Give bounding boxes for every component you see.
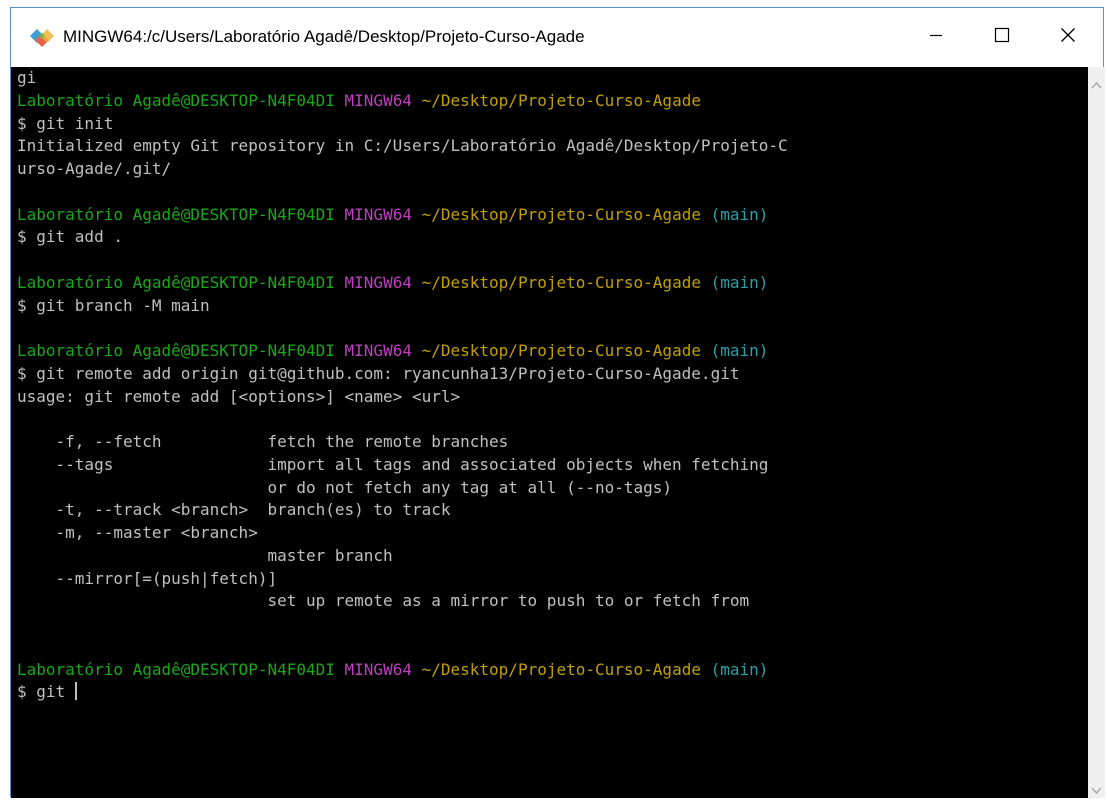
prompt-path: ~/Desktop/Projeto-Curso-Agade: [421, 341, 701, 360]
output-text: $ git remote add origin git@github.com: …: [17, 363, 740, 383]
prompt-line: Laboratório Agadê@DESKTOP-N4F04DI MINGW6…: [17, 204, 788, 227]
prompt-host: MINGW64: [344, 90, 412, 110]
output-line: $ git init: [17, 113, 788, 136]
output-line: usage: git remote add [<options>] <name>…: [17, 386, 788, 409]
minimize-button[interactable]: [903, 8, 969, 67]
output-text: Initialized empty Git repository in C:/U…: [17, 136, 788, 156]
output-text: master branch: [17, 545, 393, 565]
close-button[interactable]: [1035, 8, 1101, 67]
scroll-up-icon[interactable]: [1091, 76, 1102, 89]
git-bash-icon[interactable]: [29, 28, 55, 48]
output-line: $ git branch -M main: [17, 295, 788, 318]
output-text: set up remote as a mirror to push to or …: [17, 591, 750, 611]
prompt-branch: (main): [710, 659, 769, 679]
output-text: $ git init: [17, 113, 114, 133]
output-line: Initialized empty Git repository in C:/U…: [17, 135, 788, 158]
minimize-icon: [929, 28, 943, 47]
maximize-icon: [994, 27, 1010, 48]
prompt-user: Laboratório Agadê@DESKTOP-N4F04DI: [17, 90, 335, 110]
prompt-host: MINGW64: [344, 341, 412, 360]
prompt-user: Laboratório Agadê@DESKTOP-N4F04DI: [17, 272, 335, 292]
terminal-lines: gi Laboratório Agadê@DESKTOP-N4F04DI MING…: [17, 67, 788, 704]
output-line: master branch: [17, 545, 788, 568]
output-text: -t, --track <branch> branch(es) to track: [17, 500, 451, 520]
prompt-user: Laboratório Agadê@DESKTOP-N4F04DI: [17, 204, 335, 224]
output-line: --mirror[=(push|fetch)]: [17, 568, 788, 591]
output-text: -f, --fetch fetch the remote branches: [17, 432, 509, 451]
output-text: usage: git remote add [<options>] <name>…: [17, 386, 461, 406]
terminal-output[interactable]: gi Laboratório Agadê@DESKTOP-N4F04DI MING…: [11, 67, 1088, 798]
prompt-line: Laboratório Agadê@DESKTOP-N4F04DI MINGW6…: [17, 659, 788, 682]
output-line: set up remote as a mirror to push to or …: [17, 590, 788, 613]
maximize-button[interactable]: [969, 8, 1035, 67]
prompt-host: MINGW64: [344, 272, 412, 292]
output-text: $ git add .: [17, 227, 123, 247]
scroll-down-icon[interactable]: [1091, 782, 1102, 794]
prompt-path: ~/Desktop/Projeto-Curso-Agade: [421, 90, 701, 110]
prompt-branch: (main): [710, 272, 769, 292]
window-title: MINGW64:/c/Users/Laboratório Agadê/Deskt…: [63, 27, 585, 46]
output-line: --tags import all tags and associated ob…: [17, 454, 788, 477]
prompt-path: ~/Desktop/Projeto-Curso-Agade: [421, 272, 701, 292]
output-line: or do not fetch any tag at all (--no-tag…: [17, 477, 788, 500]
prompt-branch: (main): [710, 204, 769, 224]
output-text: -m, --master <branch>: [17, 523, 258, 542]
prompt-branch: (main): [710, 341, 769, 360]
output-text: or do not fetch any tag at all (--no-tag…: [17, 477, 673, 497]
output-text: urso-Agade/.git/: [17, 159, 172, 178]
prompt-path: ~/Desktop/Projeto-Curso-Agade: [421, 659, 701, 679]
prompt-user: Laboratório Agadê@DESKTOP-N4F04DI: [17, 341, 335, 360]
output-line: -m, --master <branch>: [17, 522, 788, 545]
output-line: $ git add .: [17, 226, 788, 249]
prompt-path: ~/Desktop/Projeto-Curso-Agade: [421, 204, 701, 224]
prompt-line: Laboratório Agadê@DESKTOP-N4F04DI MINGW6…: [17, 340, 788, 363]
output-line: gi: [17, 67, 788, 90]
prompt-host: MINGW64: [344, 204, 412, 224]
output-line: -t, --track <branch> branch(es) to track: [17, 499, 788, 522]
output-line: $ git remote add origin git@github.com: …: [17, 363, 788, 386]
output-text: --mirror[=(push|fetch)]: [17, 568, 278, 588]
command-input[interactable]: $ git: [17, 682, 65, 701]
prompt-user: Laboratório Agadê@DESKTOP-N4F04DI: [17, 659, 335, 679]
output-line: urso-Agade/.git/: [17, 158, 788, 181]
close-icon: [1060, 27, 1076, 48]
vertical-scrollbar[interactable]: [1088, 67, 1105, 798]
text-cursor: [74, 682, 77, 701]
output-line: -f, --fetch fetch the remote branches: [17, 431, 788, 454]
prompt-host: MINGW64: [344, 659, 412, 679]
title-bar[interactable]: MINGW64:/c/Users/Laboratório Agadê/Deskt…: [11, 8, 1103, 67]
prompt-line: Laboratório Agadê@DESKTOP-N4F04DI MINGW6…: [17, 272, 788, 295]
command-input-line: $ git: [17, 681, 788, 704]
terminal-window: MINGW64:/c/Users/Laboratório Agadê/Deskt…: [10, 7, 1105, 798]
output-text: --tags import all tags and associated ob…: [17, 454, 769, 474]
output-text: $ git branch -M main: [17, 295, 210, 315]
prompt-line: Laboratório Agadê@DESKTOP-N4F04DI MINGW6…: [17, 90, 788, 113]
output-text: gi: [17, 68, 37, 87]
